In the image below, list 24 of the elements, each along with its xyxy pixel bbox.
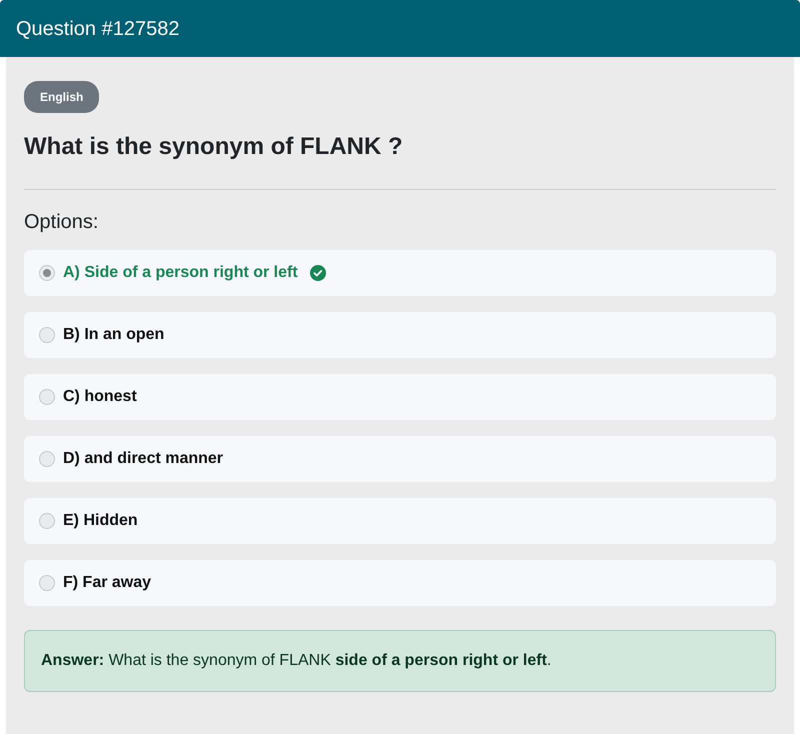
question-text: What is the synonym of FLANK ? (24, 132, 404, 162)
options-heading: Options: (24, 210, 100, 235)
option-card[interactable]: E) Hidden (24, 498, 776, 544)
question-title: Question #127582 (16, 16, 180, 42)
option-card[interactable]: B) In an open (24, 312, 776, 358)
option-label: E) Hidden (63, 511, 138, 531)
radio-button[interactable] (39, 389, 55, 405)
option-card[interactable]: A) Side of a person right or left (24, 250, 776, 296)
option-label: B) In an open (63, 325, 164, 345)
option-card[interactable]: C) honest (24, 374, 776, 420)
option-label: A) Side of a person right or left (63, 263, 298, 283)
radio-button[interactable] (39, 265, 55, 281)
option-label: D) and direct manner (63, 449, 224, 469)
radio-button[interactable] (39, 327, 55, 343)
option-label: F) Far away (63, 573, 152, 593)
option-card[interactable]: F) Far away (24, 560, 776, 606)
radio-button[interactable] (39, 575, 55, 591)
answer-text: Answer: What is the synonym of FLANK side of a person right or left. (24, 630, 776, 692)
option-label: C) honest (63, 387, 137, 407)
radio-button[interactable] (39, 451, 55, 467)
radio-button[interactable] (39, 513, 55, 529)
language-tag: English (24, 81, 100, 113)
option-card[interactable]: D) and direct manner (24, 436, 776, 482)
check-circle-icon (310, 265, 326, 281)
